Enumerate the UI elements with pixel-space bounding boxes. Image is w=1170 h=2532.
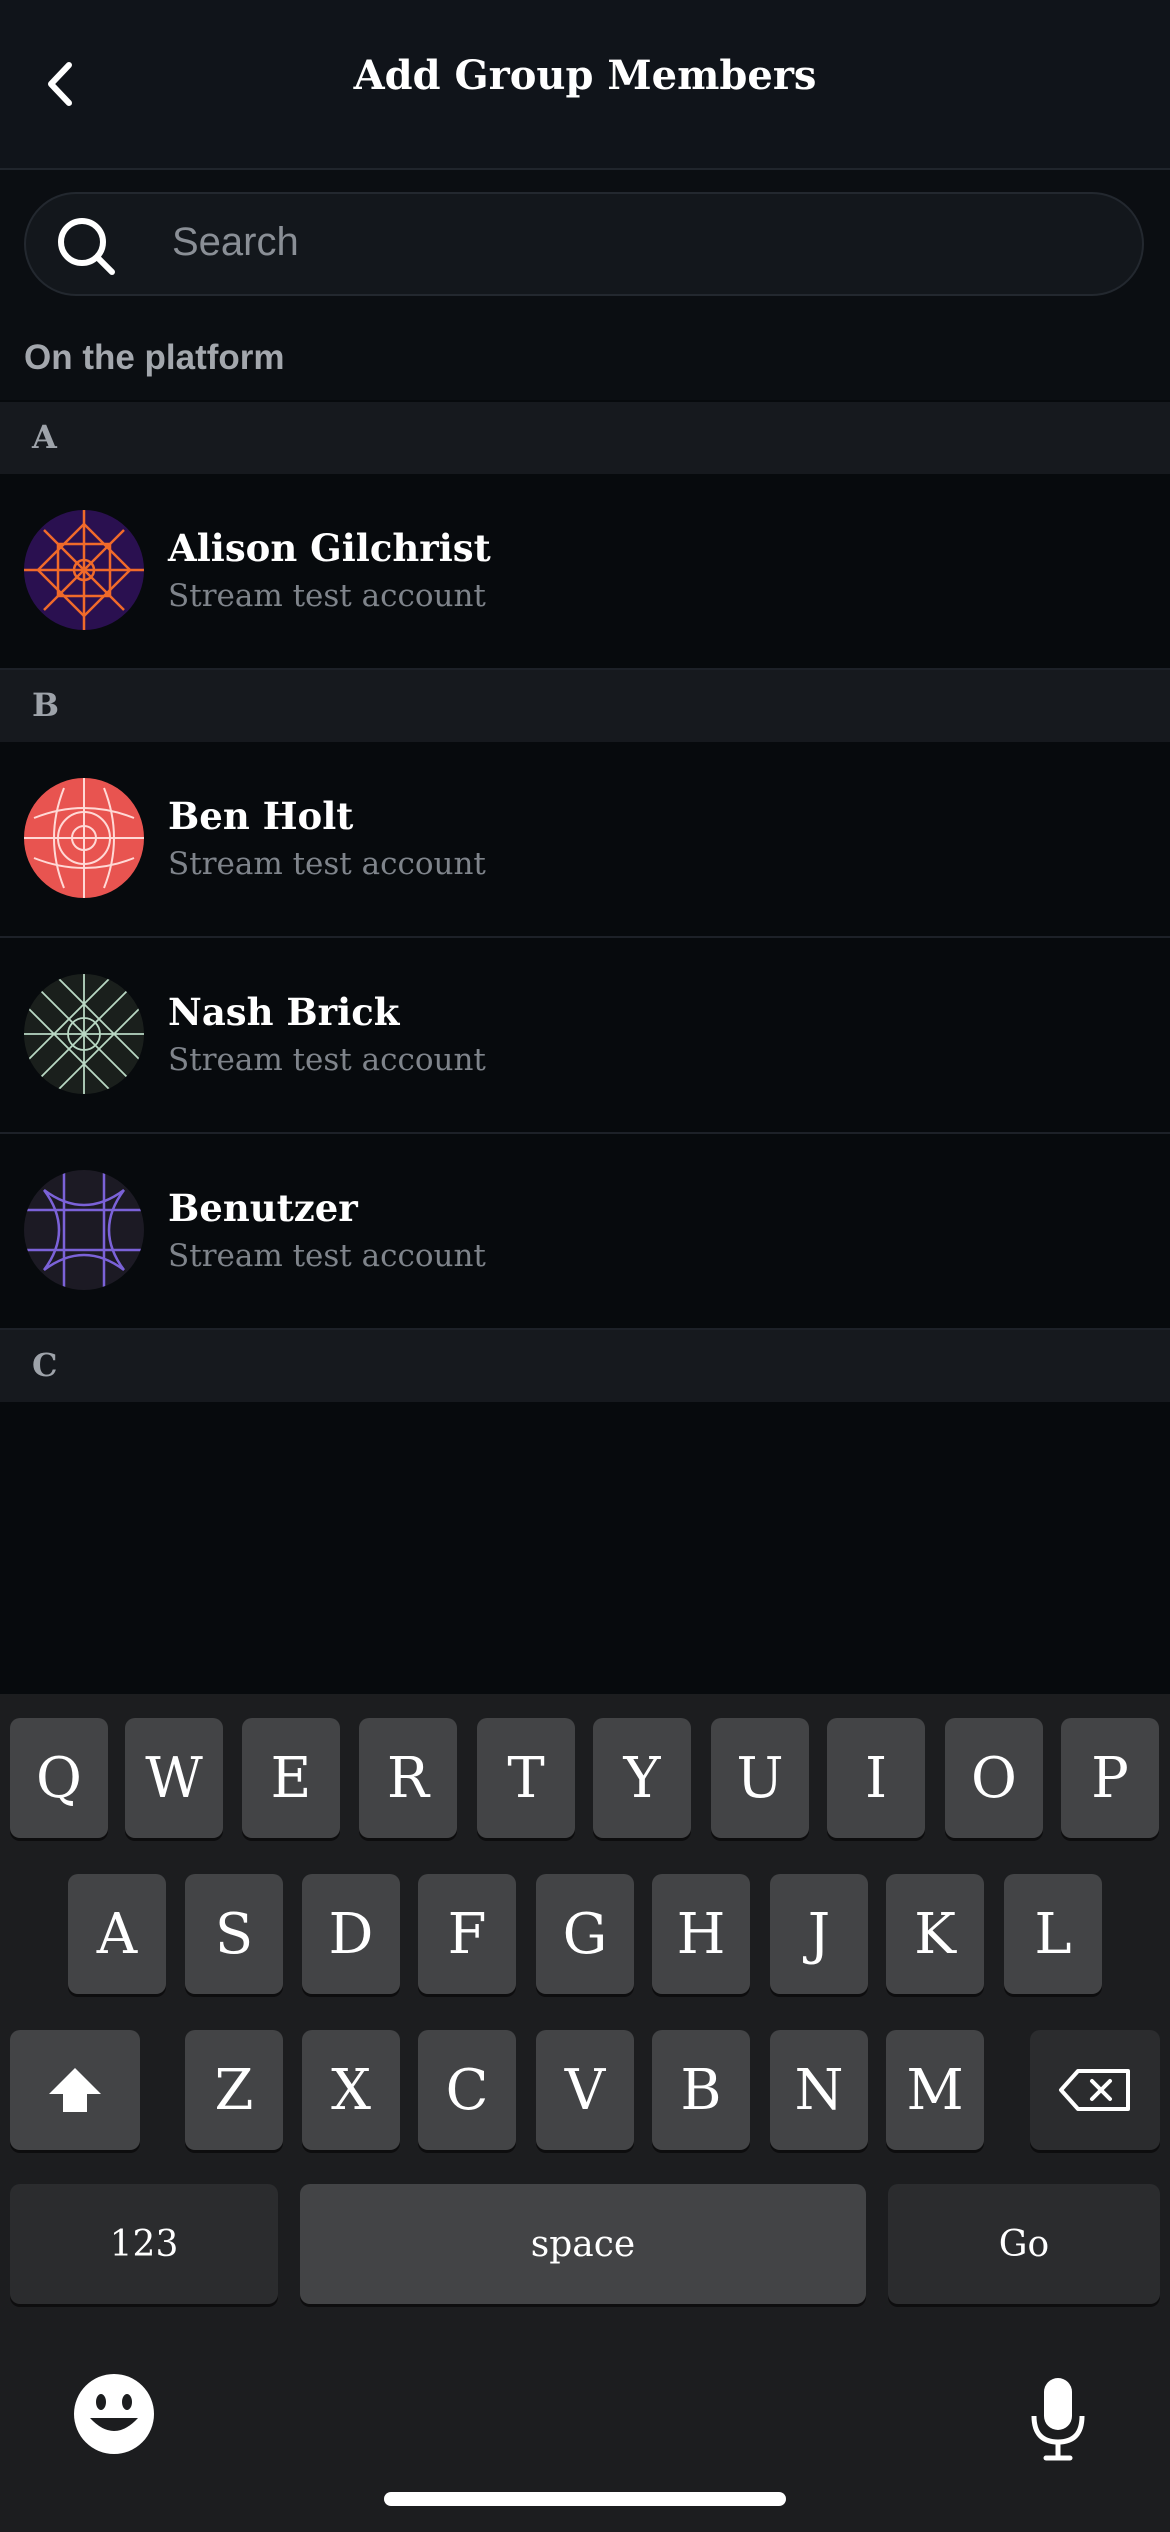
key-r[interactable]: R bbox=[359, 1718, 457, 1838]
backspace-key[interactable] bbox=[1030, 2030, 1160, 2150]
contact-name: Ben Holt bbox=[168, 794, 354, 838]
emoji-icon bbox=[74, 2374, 154, 2454]
contact-row[interactable]: Benutzer Stream test account bbox=[0, 1134, 1170, 1330]
section-letter: A bbox=[32, 418, 57, 456]
contact-row[interactable]: Ben Holt Stream test account bbox=[0, 742, 1170, 938]
contact-name: Nash Brick bbox=[168, 990, 400, 1034]
shift-icon bbox=[49, 2068, 101, 2112]
search-icon bbox=[58, 218, 115, 275]
section-letter: B bbox=[32, 686, 60, 724]
key-j[interactable]: J bbox=[770, 1874, 868, 1994]
key-z[interactable]: Z bbox=[185, 2030, 283, 2150]
key-x[interactable]: X bbox=[302, 2030, 400, 2150]
contact-name: Alison Gilchrist bbox=[168, 526, 491, 570]
keyboard: Q W E R T Y U I O P A S D F G H J K L Z … bbox=[0, 1694, 1170, 2532]
section-header-a: A bbox=[0, 402, 1170, 474]
key-u[interactable]: U bbox=[711, 1718, 809, 1838]
key-c[interactable]: C bbox=[418, 2030, 516, 2150]
section-header-c: C bbox=[0, 1330, 1170, 1402]
contact-subtitle: Stream test account bbox=[168, 1042, 486, 1078]
go-key[interactable]: Go bbox=[888, 2184, 1160, 2304]
microphone-icon bbox=[1031, 2378, 1085, 2461]
space-key[interactable]: space bbox=[300, 2184, 866, 2304]
key-k[interactable]: K bbox=[886, 1874, 984, 1994]
key-w[interactable]: W bbox=[125, 1718, 223, 1838]
section-header-b: B bbox=[0, 670, 1170, 742]
numbers-key[interactable]: 123 bbox=[10, 2184, 278, 2304]
key-i[interactable]: I bbox=[827, 1718, 925, 1838]
key-g[interactable]: G bbox=[536, 1874, 634, 1994]
search-placeholder: Search bbox=[172, 220, 299, 264]
shift-key[interactable] bbox=[10, 2030, 140, 2150]
key-n[interactable]: N bbox=[770, 2030, 868, 2150]
avatar bbox=[24, 974, 144, 1094]
key-y[interactable]: Y bbox=[593, 1718, 691, 1838]
avatar bbox=[24, 510, 144, 630]
section-letter: C bbox=[32, 1346, 58, 1384]
contact-row[interactable]: Alison Gilchrist Stream test account bbox=[0, 474, 1170, 670]
page-title: Add Group Members bbox=[353, 52, 817, 99]
dictation-button[interactable] bbox=[1030, 2376, 1086, 2462]
contact-name: Benutzer bbox=[168, 1186, 358, 1230]
contact-subtitle: Stream test account bbox=[168, 1238, 486, 1274]
section-title: On the platform bbox=[24, 338, 285, 377]
backspace-icon bbox=[1059, 2069, 1130, 2111]
search-input[interactable]: Search bbox=[24, 192, 1144, 296]
contact-row[interactable]: Nash Brick Stream test account bbox=[0, 938, 1170, 1134]
key-o[interactable]: O bbox=[945, 1718, 1043, 1838]
key-m[interactable]: M bbox=[886, 2030, 984, 2150]
navigation-header: Add Group Members bbox=[0, 0, 1170, 170]
key-d[interactable]: D bbox=[302, 1874, 400, 1994]
key-p[interactable]: P bbox=[1061, 1718, 1159, 1838]
home-indicator bbox=[384, 2492, 786, 2506]
contact-subtitle: Stream test account bbox=[168, 846, 486, 882]
key-a[interactable]: A bbox=[68, 1874, 166, 1994]
emoji-button[interactable] bbox=[72, 2372, 156, 2456]
contact-subtitle: Stream test account bbox=[168, 578, 486, 614]
key-h[interactable]: H bbox=[652, 1874, 750, 1994]
key-s[interactable]: S bbox=[185, 1874, 283, 1994]
key-f[interactable]: F bbox=[418, 1874, 516, 1994]
key-b[interactable]: B bbox=[652, 2030, 750, 2150]
key-t[interactable]: T bbox=[477, 1718, 575, 1838]
avatar bbox=[24, 778, 144, 898]
key-e[interactable]: E bbox=[242, 1718, 340, 1838]
key-v[interactable]: V bbox=[536, 2030, 634, 2150]
avatar bbox=[24, 1170, 144, 1290]
key-q[interactable]: Q bbox=[10, 1718, 108, 1838]
search-section: Search On the platform bbox=[0, 170, 1170, 400]
key-l[interactable]: L bbox=[1004, 1874, 1102, 1994]
